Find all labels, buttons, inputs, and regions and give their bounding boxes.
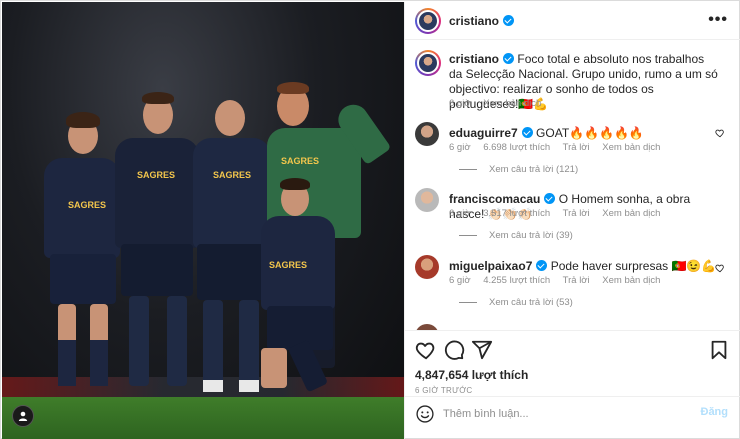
comment-meta: 6 giờ 3.517 lượt thích Trả lời Xem bản d… — [449, 208, 670, 219]
comment-composer: Đăng — [405, 396, 740, 430]
translate-link[interactable]: Xem bản dịch — [602, 208, 660, 219]
heart-icon[interactable] — [715, 128, 725, 138]
view-replies-link[interactable]: Xem câu trả lời (39) — [459, 230, 573, 241]
caption-meta: 6 giờ Xem bản dịch — [449, 98, 551, 109]
commenter-avatar[interactable] — [415, 255, 439, 279]
comment-username[interactable]: franciscomacau — [449, 192, 540, 206]
comment-likes[interactable]: 3.517 lượt thích — [483, 208, 550, 219]
sponsor-logo: SAGRES — [281, 156, 320, 166]
verified-badge-icon — [544, 193, 556, 204]
comment-body: eduaguirre7 GOAT🔥🔥🔥🔥🔥 — [449, 126, 719, 141]
user-tag-button[interactable] — [12, 405, 34, 427]
post-header: cristiano ••• — [405, 2, 740, 40]
share-icon[interactable] — [471, 339, 493, 361]
post-side-panel: cristiano ••• cristiano Foco total e abs… — [404, 2, 740, 439]
verified-badge-icon — [503, 53, 515, 64]
comments-list[interactable]: cristiano Foco total e absoluto nos trab… — [405, 40, 740, 330]
translate-link[interactable]: Xem bản dịch — [602, 275, 660, 286]
view-replies-link[interactable]: Xem câu trả lời (53) — [459, 297, 573, 308]
bookmark-icon[interactable] — [708, 339, 730, 361]
emoji-icon[interactable] — [415, 404, 435, 424]
comment-body: miguelpaixao7 Pode haver surpresas 🇵🇹😉💪 — [449, 259, 719, 274]
view-replies-link[interactable]: Xem câu trả lời (121) — [459, 164, 578, 175]
post-comment-button[interactable]: Đăng — [701, 406, 729, 418]
commenter-avatar[interactable] — [415, 122, 439, 146]
author-avatar[interactable] — [415, 7, 441, 34]
caption: cristiano Foco total e absoluto nos trab… — [415, 50, 731, 111]
heart-icon[interactable] — [415, 339, 437, 361]
reply-link[interactable]: Trả lời — [563, 208, 590, 219]
commenter-avatar[interactable] — [415, 188, 439, 212]
comment-meta: 6 giờ 6.698 lượt thích Trả lời Xem bản d… — [449, 142, 670, 153]
verified-badge-icon — [503, 15, 515, 26]
translate-link[interactable]: Xem bản dịch — [483, 98, 541, 109]
comment-time: 6 giờ — [449, 275, 471, 286]
author-username[interactable]: cristiano — [449, 14, 499, 28]
comment-likes[interactable]: 6.698 lượt thích — [483, 142, 550, 153]
comment-item: miguelpaixao7 Pode haver surpresas 🇵🇹😉💪 … — [415, 255, 731, 315]
comment-text: Pode haver surpresas 🇵🇹😉💪 — [550, 259, 717, 273]
caption-username[interactable]: cristiano — [449, 52, 499, 66]
comment-item: eduaguirre7 GOAT🔥🔥🔥🔥🔥 6 giờ 6.698 lượt t… — [415, 122, 731, 182]
verified-badge-icon — [521, 127, 533, 138]
more-options-icon[interactable]: ••• — [708, 11, 728, 29]
comment-meta: 6 giờ 4.255 lượt thích Trả lời Xem bản d… — [449, 275, 670, 286]
comment-item: franciscomacau O Homem sonha, a obra nas… — [415, 188, 731, 248]
comment-time: 6 giờ — [449, 208, 471, 219]
comment-likes[interactable]: 4.255 lượt thích — [483, 275, 550, 286]
user-tag-icon — [18, 411, 28, 421]
sponsor-logo: SAGRES — [68, 200, 107, 210]
heart-icon[interactable] — [715, 263, 725, 273]
caption-avatar[interactable] — [415, 50, 441, 76]
comment-input[interactable] — [443, 405, 673, 423]
comment-text: GOAT🔥🔥🔥🔥🔥 — [536, 126, 644, 140]
post-time: 6 GIỜ TRƯỚC — [415, 386, 473, 395]
reply-link[interactable]: Trả lời — [563, 142, 590, 153]
like-count[interactable]: 4,847,654 lượt thích — [415, 368, 528, 382]
verified-badge-icon — [536, 260, 548, 271]
comment-icon[interactable] — [443, 339, 465, 361]
reply-link[interactable]: Trả lời — [563, 275, 590, 286]
post-photo[interactable]: SAGRES SAGRES SAGRES SAGRES SAGRES — [2, 2, 404, 439]
comment-time: 6 giờ — [449, 142, 471, 153]
sponsor-logo: SAGRES — [269, 260, 308, 270]
comment-username[interactable]: miguelpaixao7 — [449, 259, 532, 273]
comment-username[interactable]: eduaguirre7 — [449, 126, 518, 140]
sponsor-logo: SAGRES — [213, 170, 252, 180]
translate-link[interactable]: Xem bản dịch — [602, 142, 660, 153]
kneeling-player-figure: SAGRES — [247, 178, 357, 408]
post-modal: SAGRES SAGRES SAGRES SAGRES SAGRES crist… — [0, 0, 740, 439]
post-actions: 4,847,654 lượt thích 6 GIỜ TRƯỚC Đăng — [405, 330, 740, 430]
caption-time: 6 giờ — [449, 98, 471, 109]
sponsor-logo: SAGRES — [137, 170, 176, 180]
